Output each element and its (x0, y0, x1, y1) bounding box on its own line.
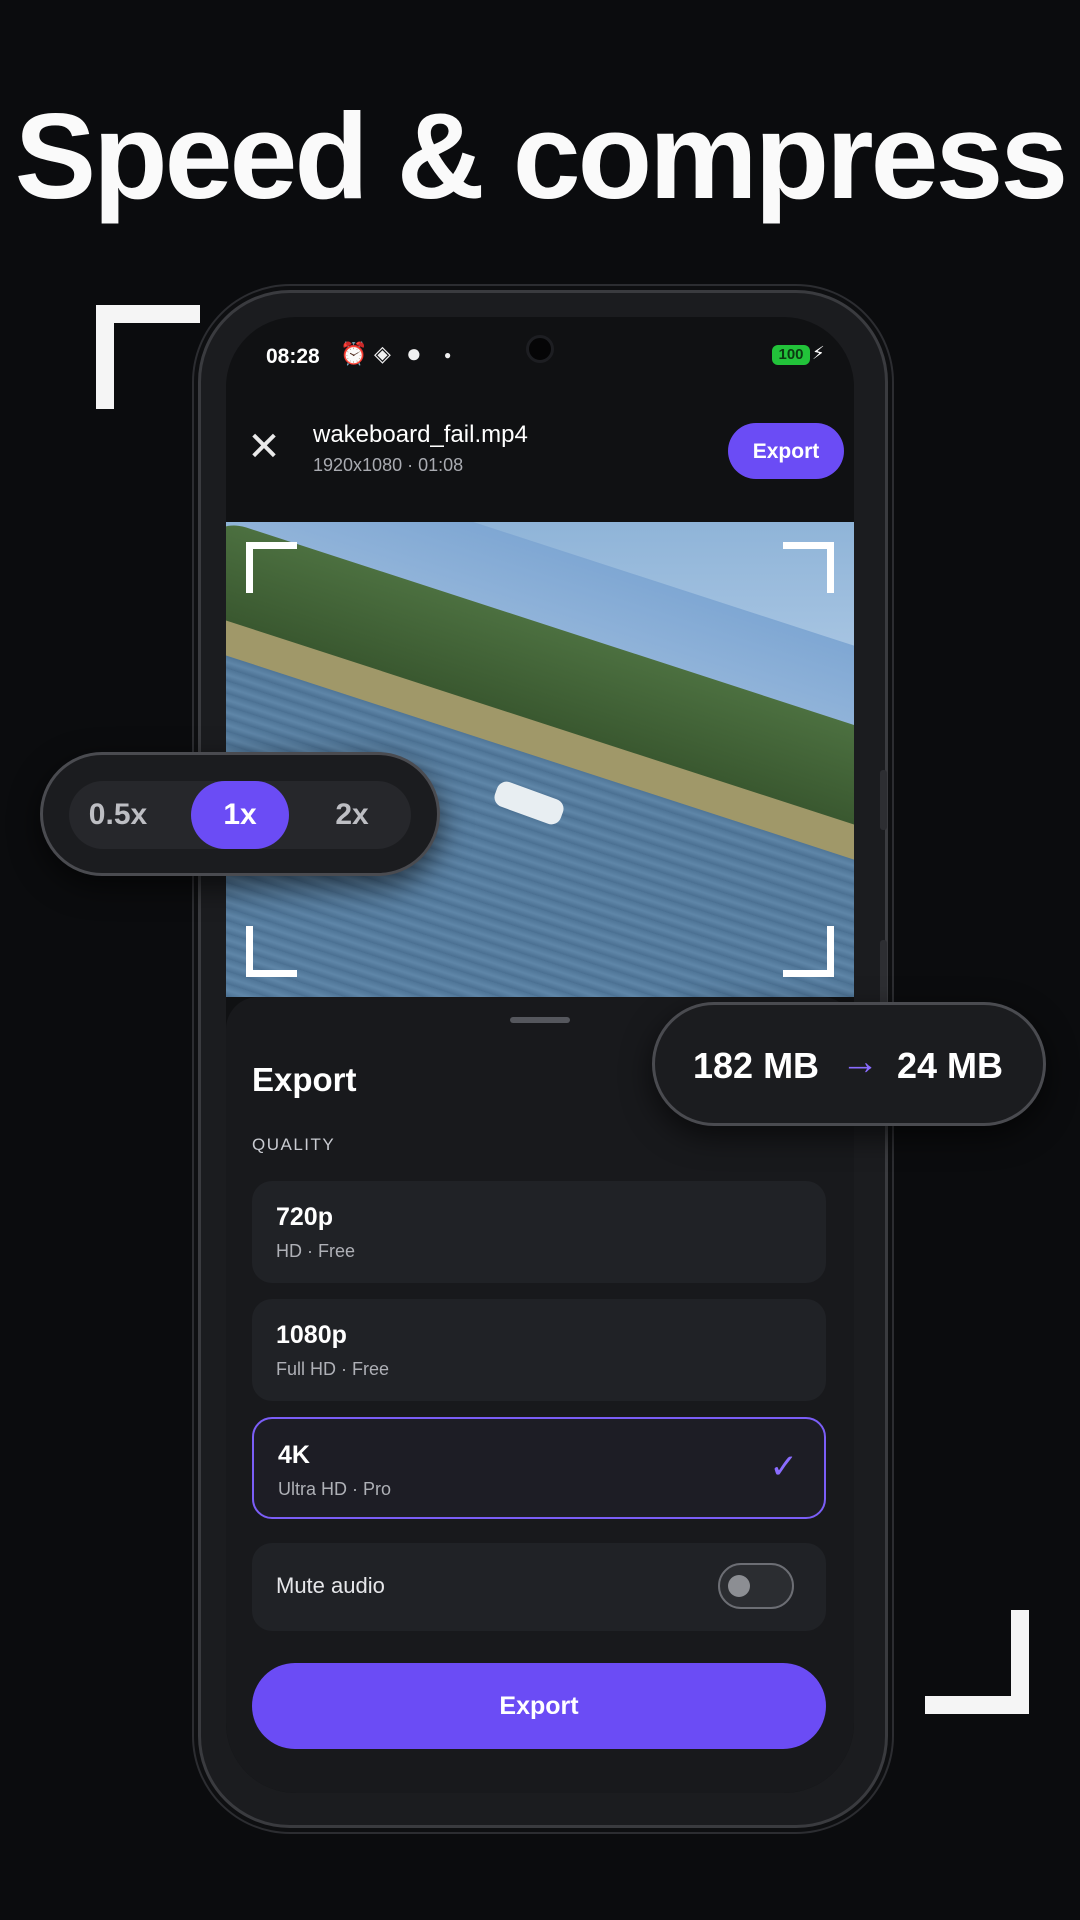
size-after: 24 MB (897, 1045, 1004, 1086)
crop-corner-top-right[interactable] (783, 542, 834, 593)
quality-option-subtitle: Full HD · Free (276, 1359, 390, 1379)
circle-icon: ● (406, 338, 422, 368)
frame-corner-bottom-right (925, 1610, 1029, 1714)
alarm-icon: ⏰ (340, 341, 368, 366)
size-before: 182 MB (693, 1045, 820, 1086)
speed-option-2x[interactable]: 2x (303, 781, 401, 849)
file-size-badge: 182 MB → 24 MB (652, 1002, 1046, 1126)
speed-selector: 0.5x 1x 2x (40, 752, 440, 876)
mute-audio-label: Mute audio (276, 1573, 385, 1598)
status-time: 08:28 (266, 345, 320, 368)
checkmark-icon: ✓ (769, 1448, 799, 1486)
crop-corner-top-left[interactable] (246, 542, 297, 593)
export-top-button[interactable]: Export (728, 423, 844, 479)
crop-corner-bottom-left[interactable] (246, 926, 297, 977)
quality-option-title: 1080p (276, 1321, 347, 1349)
dot-icon: ● (444, 348, 452, 362)
speed-option-0-5x[interactable]: 0.5x (69, 781, 167, 849)
mute-audio-toggle[interactable] (718, 1563, 794, 1609)
frame-corner-top-left (96, 305, 200, 409)
toggle-knob (728, 1575, 750, 1597)
speed-track: 0.5x 1x 2x (69, 781, 411, 849)
arrow-right-icon: → (841, 1041, 879, 1083)
quality-option-title: 720p (276, 1203, 333, 1231)
headline: Speed & compress (14, 88, 1068, 224)
quality-option-subtitle: Ultra HD · Pro (278, 1479, 392, 1499)
speed-option-1x[interactable]: 1x (191, 781, 289, 849)
crop-corner-bottom-right[interactable] (783, 926, 834, 977)
sheet-drag-handle[interactable] (510, 1017, 570, 1023)
front-camera (526, 335, 554, 363)
file-meta: 1920x1080 · 01:08 (313, 455, 464, 475)
quality-option-720p[interactable]: 720p HD · Free (252, 1181, 826, 1283)
file-name: wakeboard_fail.mp4 (313, 421, 528, 448)
quality-option-1080p[interactable]: 1080p Full HD · Free (252, 1299, 826, 1401)
quality-option-title: 4K (278, 1441, 310, 1469)
location-icon: ◈ (374, 341, 391, 366)
charging-icon: ⚡ (812, 343, 825, 363)
quality-label: QUALITY (252, 1135, 336, 1154)
quality-option-subtitle: HD · Free (276, 1241, 356, 1261)
status-bar: 08:28 ⏰ ◈ ● ● 100 ⚡ (226, 317, 854, 397)
sheet-title: Export (252, 1061, 357, 1098)
battery-indicator: 100 (772, 345, 810, 365)
close-icon[interactable]: ✕ (244, 427, 284, 467)
phone-side-button (880, 770, 887, 830)
export-button[interactable]: Export (252, 1663, 826, 1749)
quality-option-4k[interactable]: 4K Ultra HD · Pro ✓ (252, 1417, 826, 1519)
mute-audio-row[interactable]: Mute audio (252, 1543, 826, 1631)
